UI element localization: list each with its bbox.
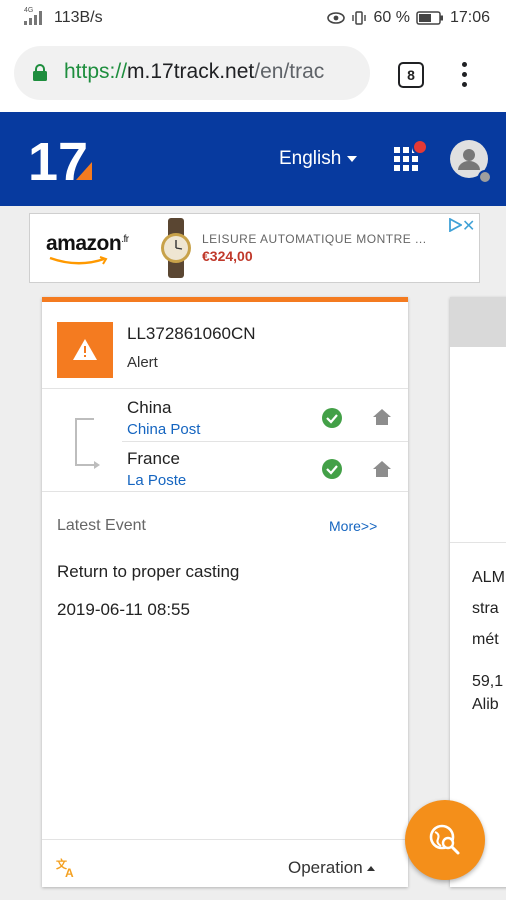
network-speed: 113B/s (54, 9, 103, 26)
more-link[interactable]: More>> (329, 518, 377, 534)
eye-icon (327, 12, 346, 24)
amazon-logo: amazon.fr (46, 232, 129, 255)
latest-event-label: Latest Event (57, 517, 146, 534)
check-circle-icon (322, 408, 342, 428)
tracking-card: LL372861060CN Alert China China Post Fra… (42, 297, 408, 887)
destination-carrier-link[interactable]: La Poste (127, 472, 186, 489)
ad-close-icon[interactable]: ✕ (462, 216, 475, 236)
tracking-status: Alert (127, 354, 158, 371)
amazon-smile-icon (49, 256, 108, 265)
event-time: 2019-06-11 08:55 (57, 600, 190, 619)
site-header: 17 English (0, 112, 506, 206)
home-icon[interactable] (372, 408, 392, 426)
card-text: Alib (472, 696, 499, 713)
divider (42, 839, 408, 840)
svg-text:17: 17 (28, 134, 88, 184)
divider (450, 542, 506, 543)
event-description: Return to proper casting (57, 562, 240, 581)
notification-badge (412, 139, 428, 155)
more-options-icon[interactable] (462, 62, 468, 92)
clock: 17:06 (449, 9, 490, 26)
battery-icon (416, 11, 443, 25)
card-text: ALM (472, 569, 505, 586)
logo[interactable]: 17 (28, 134, 94, 184)
url-bar[interactable]: https://m.17track.net/en/trac (14, 46, 370, 100)
ad-banner[interactable]: amazon.fr LEISURE AUTOMATIQUE MONTRE ...… (29, 213, 480, 283)
battery-percent: 60 % (373, 9, 410, 26)
status-dot (478, 170, 492, 184)
url-text: https://m.17track.net/en/trac (64, 60, 325, 83)
caret-up-icon (366, 865, 375, 871)
route-line-icon (75, 418, 100, 469)
card-text: mét (472, 631, 499, 648)
card-text: stra (472, 600, 499, 617)
origin-carrier-link[interactable]: China Post (127, 421, 200, 438)
browser-toolbar: https://m.17track.net/en/trac 8 (0, 36, 506, 112)
status-bar: 4G 113B/s 60 % 17:06 (0, 0, 506, 36)
adchoices-icon[interactable] (448, 218, 462, 232)
origin-country: China (127, 398, 172, 417)
divider (122, 441, 408, 442)
alert-badge (57, 322, 113, 378)
tracking-number[interactable]: LL372861060CN (127, 324, 256, 344)
ad-price: €324,00 (202, 248, 253, 264)
destination-country: France (127, 449, 180, 468)
operation-menu[interactable]: Operation (288, 858, 375, 878)
lock-icon (33, 64, 47, 81)
vibrate-icon (352, 11, 367, 25)
ad-description: LEISURE AUTOMATIQUE MONTRE ... (202, 232, 427, 246)
card-header (450, 297, 506, 347)
track-fab-button[interactable] (405, 800, 485, 880)
operation-label: Operation (288, 858, 363, 877)
home-icon[interactable] (372, 460, 392, 478)
svg-text:A: A (65, 866, 74, 879)
signal-icon: 4G (24, 7, 46, 25)
language-selector[interactable]: English (279, 148, 358, 170)
language-label: English (279, 148, 342, 169)
tab-switcher-button[interactable]: 8 (398, 62, 424, 88)
warning-icon (73, 339, 97, 360)
watch-image (161, 218, 191, 278)
globe-search-icon (429, 824, 460, 855)
divider (42, 491, 408, 492)
next-tracking-card[interactable]: ALM stra mét 59,1 Alib (450, 297, 506, 887)
divider (42, 388, 408, 389)
card-text: 59,1 (472, 673, 504, 690)
translate-icon[interactable]: 文 A (56, 857, 78, 879)
check-circle-icon (322, 459, 342, 479)
caret-down-icon (347, 156, 358, 162)
